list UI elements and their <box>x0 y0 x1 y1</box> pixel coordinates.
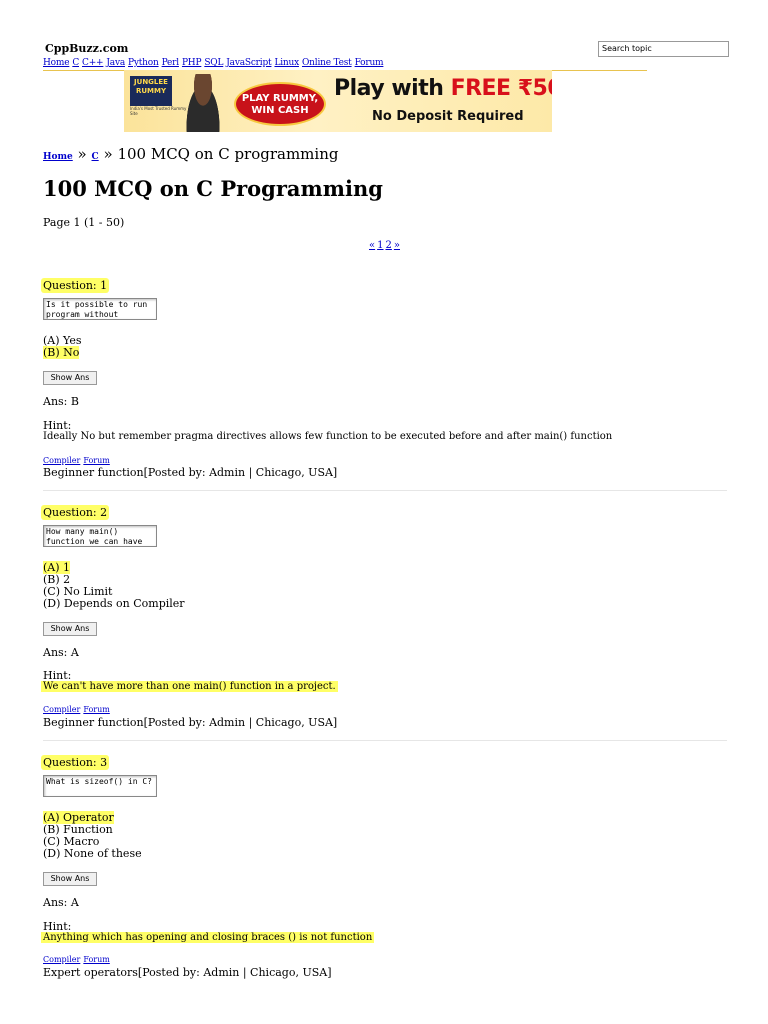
breadcrumb-current: 100 MCQ on C programming <box>117 145 339 163</box>
question-links: Compiler Forum <box>43 456 113 465</box>
question-separator <box>43 490 727 491</box>
posted-by: Beginner function[Posted by: Admin | Chi… <box>43 716 338 729</box>
nav-home[interactable]: Home <box>43 58 70 68</box>
compiler-link[interactable]: Compiler <box>43 705 80 714</box>
ad-brand-tagline: India's Most Trusted Rummy Site <box>130 106 187 116</box>
options-list: (A) Yes (B) No <box>43 335 81 359</box>
ad-brand-logo: JUNGLEE RUMMY <box>130 76 172 106</box>
question-text-box[interactable]: What is sizeof() in C? <box>43 775 157 797</box>
pagination: «1 2» <box>369 240 402 251</box>
question-links: Compiler Forum <box>43 705 113 714</box>
page-title: 100 MCQ on C Programming <box>43 176 383 201</box>
nav-perl[interactable]: Perl <box>162 58 180 68</box>
forum-link[interactable]: Forum <box>83 705 110 714</box>
question-text-box[interactable]: How many main() function we can have <box>43 525 157 547</box>
hint-text: We can't have more than one main() funct… <box>41 681 338 692</box>
show-answer-button[interactable]: Show Ans <box>43 622 97 636</box>
question-label: Question: 1 <box>41 278 110 293</box>
search-input[interactable]: Search topic <box>598 41 729 57</box>
options-list: (A) Operator (B) Function (C) Macro (D) … <box>43 811 142 860</box>
option-highlight: (B) No <box>43 346 80 359</box>
ad-cta-line2: WIN CASH <box>251 105 309 116</box>
nav-linux[interactable]: Linux <box>274 58 299 68</box>
nav-forum[interactable]: Forum <box>355 58 384 68</box>
answer-text: Ans: A <box>43 896 79 909</box>
nav-cpp[interactable]: C++ <box>82 58 104 68</box>
breadcrumb: Home » C » 100 MCQ on C programming <box>43 145 338 163</box>
hint-text: Anything which has opening and closing b… <box>41 932 375 943</box>
ad-headline: Play with FREE ₹50 <box>334 76 552 101</box>
ad-headline-prefix: Play with <box>334 76 444 101</box>
question-separator <box>43 740 727 741</box>
show-answer-button[interactable]: Show Ans <box>43 371 97 385</box>
pager-next[interactable]: » <box>394 240 400 251</box>
nav-javascript[interactable]: JavaScript <box>226 58 271 68</box>
ad-banner[interactable]: JUNGLEE RUMMY India's Most Trusted Rummy… <box>124 70 552 132</box>
question-label: Question: 2 <box>41 505 110 520</box>
top-nav: Home C C++ Java Python Perl PHP SQL JavaScript Li… <box>43 58 386 68</box>
ad-headline-free: FREE ₹50 <box>450 76 552 101</box>
ad-cta-badge: PLAY RUMMY, WIN CASH <box>234 82 326 126</box>
question-text-box[interactable]: Is it possible to run program without <box>43 298 157 320</box>
question-card: Question: 1 <box>41 274 110 293</box>
posted-by: Expert operators[Posted by: Admin | Chic… <box>43 966 332 979</box>
forum-link[interactable]: Forum <box>83 955 110 964</box>
question-card: Question: 3 <box>41 751 110 770</box>
show-answer-button[interactable]: Show Ans <box>43 872 97 886</box>
breadcrumb-separator: » <box>77 145 87 163</box>
ad-cta-line1: PLAY RUMMY, <box>241 93 319 104</box>
options-list: (A) 1 (B) 2 (C) No Limit (D) Depends on … <box>43 561 185 610</box>
pager-page-1[interactable]: 1 <box>377 240 383 251</box>
answer-text: Ans: A <box>43 646 79 659</box>
forum-link[interactable]: Forum <box>83 456 110 465</box>
question-links: Compiler Forum <box>43 955 113 964</box>
nav-sql[interactable]: SQL <box>204 58 223 68</box>
ad-person-image <box>182 74 224 132</box>
option-item: (D) Depends on Compiler <box>43 597 185 610</box>
site-title[interactable]: CppBuzz.com <box>45 42 128 55</box>
nav-online-test[interactable]: Online Test <box>302 58 352 68</box>
pager-prev[interactable]: « <box>369 240 375 251</box>
nav-c[interactable]: C <box>72 58 79 68</box>
breadcrumb-home[interactable]: Home <box>43 152 73 162</box>
option-item-correct: (B) No <box>43 346 81 359</box>
option-item: (D) None of these <box>43 847 142 860</box>
question-label: Question: 3 <box>41 755 110 770</box>
page-info: Page 1 (1 - 50) <box>43 216 125 229</box>
breadcrumb-separator: » <box>103 145 113 163</box>
compiler-link[interactable]: Compiler <box>43 955 80 964</box>
ad-subline: No Deposit Required <box>372 109 524 124</box>
question-card: Question: 2 <box>41 501 110 520</box>
pager-page-2[interactable]: 2 <box>386 240 392 251</box>
nav-python[interactable]: Python <box>128 58 159 68</box>
compiler-link[interactable]: Compiler <box>43 456 80 465</box>
posted-by: Beginner function[Posted by: Admin | Chi… <box>43 466 338 479</box>
breadcrumb-c[interactable]: C <box>92 152 99 162</box>
hint-text: Ideally No but remember pragma directive… <box>43 431 613 442</box>
nav-php[interactable]: PHP <box>182 58 202 68</box>
answer-text: Ans: B <box>43 395 79 408</box>
nav-java[interactable]: Java <box>106 58 125 68</box>
